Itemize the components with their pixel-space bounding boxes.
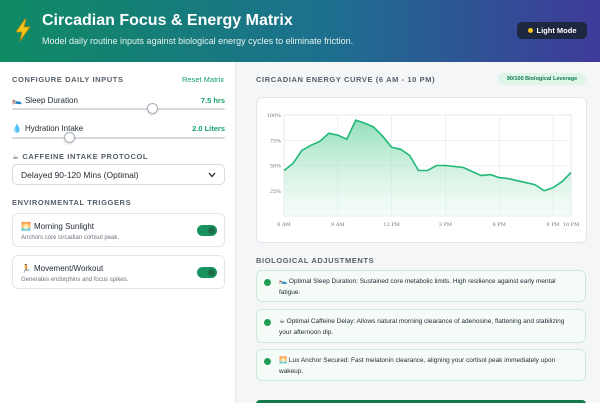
- y-tick-label: 100%: [267, 113, 282, 119]
- trigger-title-text: Movement/Workout: [33, 264, 104, 273]
- trigger-title: 🌅 Morning Sunlight: [21, 222, 94, 231]
- page-subtitle: Model daily routine inputs against biolo…: [42, 36, 354, 46]
- reset-matrix-link[interactable]: Reset Matrix: [182, 75, 224, 84]
- biological-adjustments-heading: BIOLOGICAL ADJUSTMENTS: [256, 256, 375, 265]
- sun-icon: [527, 28, 533, 33]
- bed-icon: 🛌: [12, 96, 22, 105]
- energy-curve-heading: CIRCADIAN ENERGY CURVE (6 AM - 10 PM): [256, 75, 436, 84]
- configure-inputs-heading: CONFIGURE DAILY INPUTS: [12, 75, 124, 84]
- y-tick-label: 75%: [270, 138, 281, 144]
- x-tick-label: 6 PM: [493, 222, 506, 228]
- hydration-intake-value: 2.0 Liters: [192, 124, 225, 133]
- energy-curve-chart: 100% 75% 50% 25% 6 AM 9 AM 12 PM 3 PM 6 PM 9 PM 10…: [267, 113, 580, 228]
- movement-workout-toggle[interactable]: [197, 267, 217, 278]
- sleep-duration-value: 7.5 hrs: [200, 96, 225, 105]
- adjustment-text: 🛌 Optimal Sleep Duration: Sustained core…: [279, 278, 556, 296]
- hydration-slider-track[interactable]: [12, 132, 225, 143]
- x-tick-label: 3 PM: [439, 222, 452, 228]
- x-tick-label: 12 PM: [383, 222, 399, 228]
- trigger-desc: Generates endorphins and focus spikes.: [21, 277, 129, 283]
- sleep-duration-slider-track[interactable]: [12, 103, 225, 114]
- status-dot: [264, 319, 271, 326]
- light-mode-label: Light Mode: [536, 26, 577, 35]
- x-tick-label: 9 AM: [331, 222, 345, 228]
- adjustment-text: ☕ Optimal Caffeine Delay: Allows natural…: [279, 318, 565, 336]
- sleep-duration-label: 🛌 Sleep Duration: [12, 96, 78, 105]
- energy-chart-card: 100% 75% 50% 25% 6 AM 9 AM 12 PM 3 PM 6 PM 9 PM 10…: [256, 97, 587, 243]
- hydration-intake-text: Hydration Intake: [24, 124, 84, 133]
- app-header: Circadian Focus & Energy Matrix Model da…: [0, 0, 600, 62]
- leverage-badge: 90/100 Biological Leverage: [498, 73, 586, 85]
- x-tick-label: 10 PM: [563, 222, 579, 228]
- adjustment-text: 🌅 Lux Anchor Secured: Fast melatonin cle…: [279, 357, 556, 375]
- toggle-knob: [208, 269, 215, 276]
- sleep-duration-slider-thumb[interactable]: [147, 103, 159, 114]
- lightning-icon: [15, 19, 31, 41]
- sleep-duration-text: Sleep Duration: [24, 96, 78, 105]
- x-tick-label: 6 AM: [277, 222, 291, 228]
- status-dot: [264, 358, 271, 365]
- adjustment-sleep: 🛌 Optimal Sleep Duration: Sustained core…: [256, 270, 586, 302]
- adjustment-lux: 🌅 Lux Anchor Secured: Fast melatonin cle…: [256, 349, 586, 381]
- toggle-knob: [208, 227, 215, 234]
- trigger-desc: Anchors core circadian cortisol peak.: [21, 235, 120, 241]
- adjustment-caffeine: ☕ Optimal Caffeine Delay: Allows natural…: [256, 309, 586, 343]
- trigger-title: 🏃 Movement/Workout: [21, 264, 103, 273]
- caffeine-protocol-heading: ☕ CAFFEINE INTAKE PROTOCOL: [12, 152, 148, 161]
- trigger-card-movement: 🏃 Movement/Workout Generates endorphins …: [12, 255, 225, 289]
- hydration-intake-label: 💧 Hydration Intake: [12, 124, 83, 133]
- x-tick-label: 9 PM: [546, 222, 559, 228]
- y-tick-label: 50%: [270, 164, 281, 170]
- runner-icon: 🏃: [21, 264, 31, 273]
- y-tick-label: 25%: [270, 189, 281, 195]
- trigger-title-text: Morning Sunlight: [33, 222, 95, 231]
- chevron-down-icon: [208, 172, 216, 177]
- caffeine-protocol-text: CAFFEINE INTAKE PROTOCOL: [22, 152, 149, 161]
- light-mode-button[interactable]: Light Mode: [517, 22, 587, 39]
- status-dot: [264, 279, 271, 286]
- caffeine-protocol-select[interactable]: Delayed 90-120 Mins (Optimal): [12, 164, 225, 185]
- hydration-slider-thumb[interactable]: [64, 132, 75, 143]
- environmental-triggers-heading: ENVIRONMENTAL TRIGGERS: [12, 198, 132, 207]
- sunrise-icon: 🌅: [21, 222, 31, 231]
- morning-sunlight-toggle[interactable]: [197, 225, 217, 236]
- droplet-icon: 💧: [12, 124, 22, 133]
- coffee-icon: ☕: [12, 152, 20, 161]
- trigger-card-morning-sunlight: 🌅 Morning Sunlight Anchors core circadia…: [12, 213, 225, 247]
- caffeine-selected-value: Delayed 90-120 Mins (Optimal): [21, 169, 139, 180]
- page-title: Circadian Focus & Energy Matrix: [42, 12, 293, 29]
